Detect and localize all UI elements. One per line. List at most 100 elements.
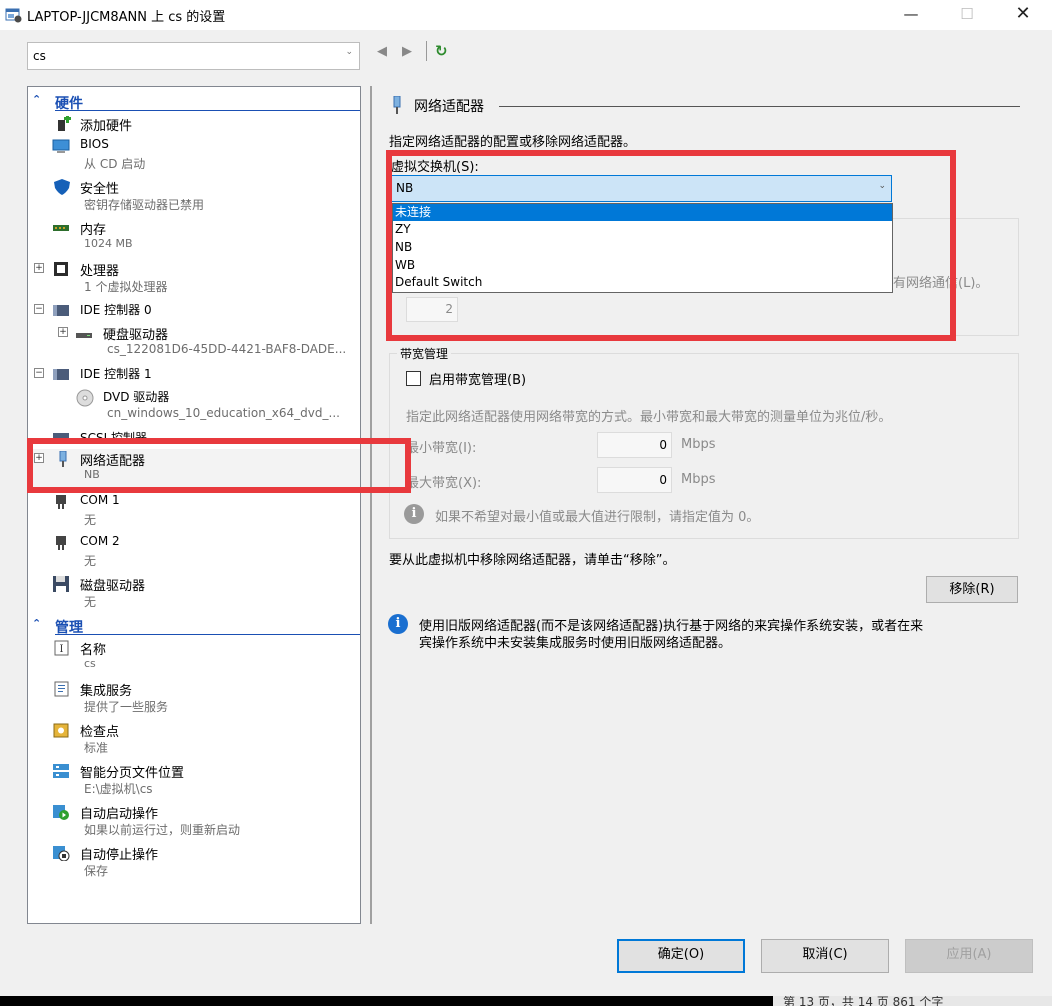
tree-item-detail: 保存 (84, 864, 109, 878)
apply-button[interactable]: 应用(A) (905, 939, 1033, 973)
info-icon: i (388, 614, 408, 634)
vlan-id-field[interactable]: 2 (406, 297, 458, 322)
tree-item-memory[interactable]: 内存 1024 MB (28, 218, 360, 258)
checkpoint-icon (53, 723, 69, 738)
memory-icon (53, 225, 69, 231)
auto-stop-icon (53, 846, 70, 861)
tree-item-bios[interactable]: BIOS 从 CD 启动 (28, 136, 360, 176)
settings-window: LAPTOP-JJCM8ANN 上 cs 的设置 — ☐ ✕ cs ⌄ ◀ ▶ … (0, 0, 1052, 996)
tree-item-label: IDE 控制器 1 (80, 367, 152, 381)
serial-port-icon (56, 495, 66, 509)
expand-icon[interactable]: + (34, 263, 44, 273)
tree-item-label: 智能分页文件位置 (80, 766, 185, 781)
vm-selector-value: cs (33, 49, 46, 63)
scsi-controller-icon (53, 433, 69, 444)
collapse-icon[interactable]: − (34, 368, 44, 378)
tree-item-ide-controller-1[interactable]: − IDE 控制器 1 (28, 364, 360, 386)
tree-item-label: 添加硬件 (80, 119, 133, 134)
group-title-label: 网络适配器 (414, 99, 484, 115)
network-adapter-icon (393, 96, 401, 114)
vm-selector-dropdown[interactable]: cs ⌄ (27, 42, 360, 70)
network-adapter-icon (59, 451, 67, 467)
background-status-bar: 第 13 页，共 14 页 861 个字 (773, 996, 1052, 1006)
background-status-text: 第 13 页，共 14 页 861 个字 (783, 996, 944, 1006)
tree-item-detail: cn_windows_10_education_x64_dvd_... (107, 406, 340, 420)
min-bandwidth-field[interactable]: 0 (597, 432, 672, 458)
cancel-button[interactable]: 取消(C) (761, 939, 889, 973)
enable-bandwidth-checkbox[interactable] (406, 371, 421, 386)
switch-option[interactable]: WB (393, 257, 892, 274)
tree-item-detail: E:\虚拟机\cs (84, 782, 153, 796)
window-title: LAPTOP-JJCM8ANN 上 cs 的设置 (27, 10, 226, 25)
tree-item-detail: 1024 MB (84, 237, 133, 250)
legacy-adapter-info-line2: 宾操作系统中未安装集成服务时使用旧版网络适配器。 (419, 636, 732, 651)
tree-item-processor[interactable]: + 处理器 1 个虚拟处理器 (28, 259, 360, 299)
tree-item-checkpoints[interactable]: 检查点 标准 (28, 720, 360, 760)
name-text-icon: I (54, 640, 69, 656)
management-section-header[interactable]: ⌃ 管理 (28, 615, 360, 636)
close-button[interactable]: ✕ (1000, 0, 1046, 30)
tree-item-label: 自动停止操作 (80, 848, 159, 863)
tree-item-label: COM 2 (80, 534, 120, 548)
collapse-icon[interactable]: ⌃ (32, 617, 41, 630)
switch-option[interactable]: Default Switch (393, 274, 892, 291)
tree-item-label: 硬盘驱动器 (103, 328, 169, 343)
tree-item-auto-stop[interactable]: 自动停止操作 保存 (28, 843, 360, 883)
tree-item-com2[interactable]: COM 2 无 (28, 533, 360, 573)
tree-item-label: 集成服务 (80, 684, 133, 699)
expand-icon[interactable]: + (34, 453, 44, 463)
tree-item-dvd-drive[interactable]: DVD 驱动器 cn_windows_10_education_x64_dvd_… (28, 387, 360, 427)
tree-item-label: 自动启动操作 (80, 807, 159, 822)
tree-item-security[interactable]: 安全性 密钥存储驱动器已禁用 (28, 177, 360, 217)
nav-divider (426, 41, 427, 61)
tree-item-detail: 密钥存储驱动器已禁用 (84, 198, 205, 212)
tree-item-diskette-drive[interactable]: 磁盘驱动器 无 (28, 574, 360, 614)
switch-option[interactable]: NB (393, 239, 892, 256)
tree-item-scsi-controller[interactable]: SCSI 控制器 (28, 428, 360, 444)
hyper-v-settings-icon (5, 8, 22, 23)
tree-item-network-adapter[interactable]: + 网络适配器 NB (28, 449, 360, 489)
tree-item-detail: 从 CD 启动 (84, 157, 146, 171)
tree-item-ide-controller-0[interactable]: − IDE 控制器 0 (28, 300, 360, 322)
tree-item-label: 内存 (80, 223, 107, 238)
hardware-section-header[interactable]: ⌃ 硬件 (28, 91, 360, 112)
ok-button[interactable]: 确定(O) (617, 939, 745, 973)
tree-item-hard-drive[interactable]: + 硬盘驱动器 cs_122081D6-45DD-4421-BAF8-DADE.… (28, 323, 360, 363)
bandwidth-group-title: 带宽管理 (397, 345, 452, 362)
minimize-button[interactable]: — (888, 0, 934, 30)
tree-item-label: SCSI 控制器 (80, 431, 147, 444)
tree-item-detail: 标准 (84, 741, 109, 755)
remove-button[interactable]: 移除(R) (926, 576, 1018, 603)
tree-item-label: DVD 驱动器 (103, 390, 170, 404)
bios-icon (52, 139, 70, 153)
tree-item-smart-paging[interactable]: 智能分页文件位置 E:\虚拟机\cs (28, 761, 360, 801)
tree-item-integration-services[interactable]: 集成服务 提供了一些服务 (28, 679, 360, 719)
svg-text:I: I (60, 644, 64, 655)
switch-option[interactable]: ZY (393, 221, 892, 238)
shield-icon (54, 179, 70, 195)
tree-item-com1[interactable]: COM 1 无 (28, 492, 360, 532)
virtual-switch-combobox[interactable]: NB ⌄ (391, 175, 892, 202)
previous-icon[interactable]: ◀ (377, 44, 387, 59)
remove-hint: 要从此虚拟机中移除网络适配器，请单击“移除”。 (389, 553, 676, 568)
refresh-icon[interactable]: ↻ (435, 42, 448, 60)
panel-divider (370, 86, 372, 924)
tree-item-detail: NB (84, 468, 100, 481)
tree-item-auto-start[interactable]: 自动启动操作 如果以前运行过，则重新启动 (28, 802, 360, 842)
settings-tree: ⌃ 硬件 添加硬件 BIOS 从 CD 启动 安全性 密钥存储驱动器已禁用 内存… (27, 86, 361, 924)
tree-item-name[interactable]: I 名称 cs (28, 638, 360, 678)
max-bandwidth-unit: Mbps (681, 472, 716, 487)
collapse-icon[interactable]: ⌃ (32, 93, 41, 106)
tree-item-label: IDE 控制器 0 (80, 303, 152, 317)
switch-option[interactable]: 未连接 (393, 204, 892, 221)
max-bandwidth-field[interactable]: 0 (597, 467, 672, 493)
expand-icon[interactable]: + (58, 327, 68, 337)
collapse-icon[interactable]: − (34, 304, 44, 314)
maximize-button[interactable]: ☐ (944, 0, 990, 30)
ide-controller-icon (53, 369, 69, 380)
tree-item-label: COM 1 (80, 493, 120, 507)
tree-item-label: 检查点 (80, 725, 120, 740)
auto-start-icon (53, 805, 69, 820)
next-icon[interactable]: ▶ (402, 44, 412, 59)
enable-bandwidth-label[interactable]: 启用带宽管理(B) (429, 369, 526, 388)
